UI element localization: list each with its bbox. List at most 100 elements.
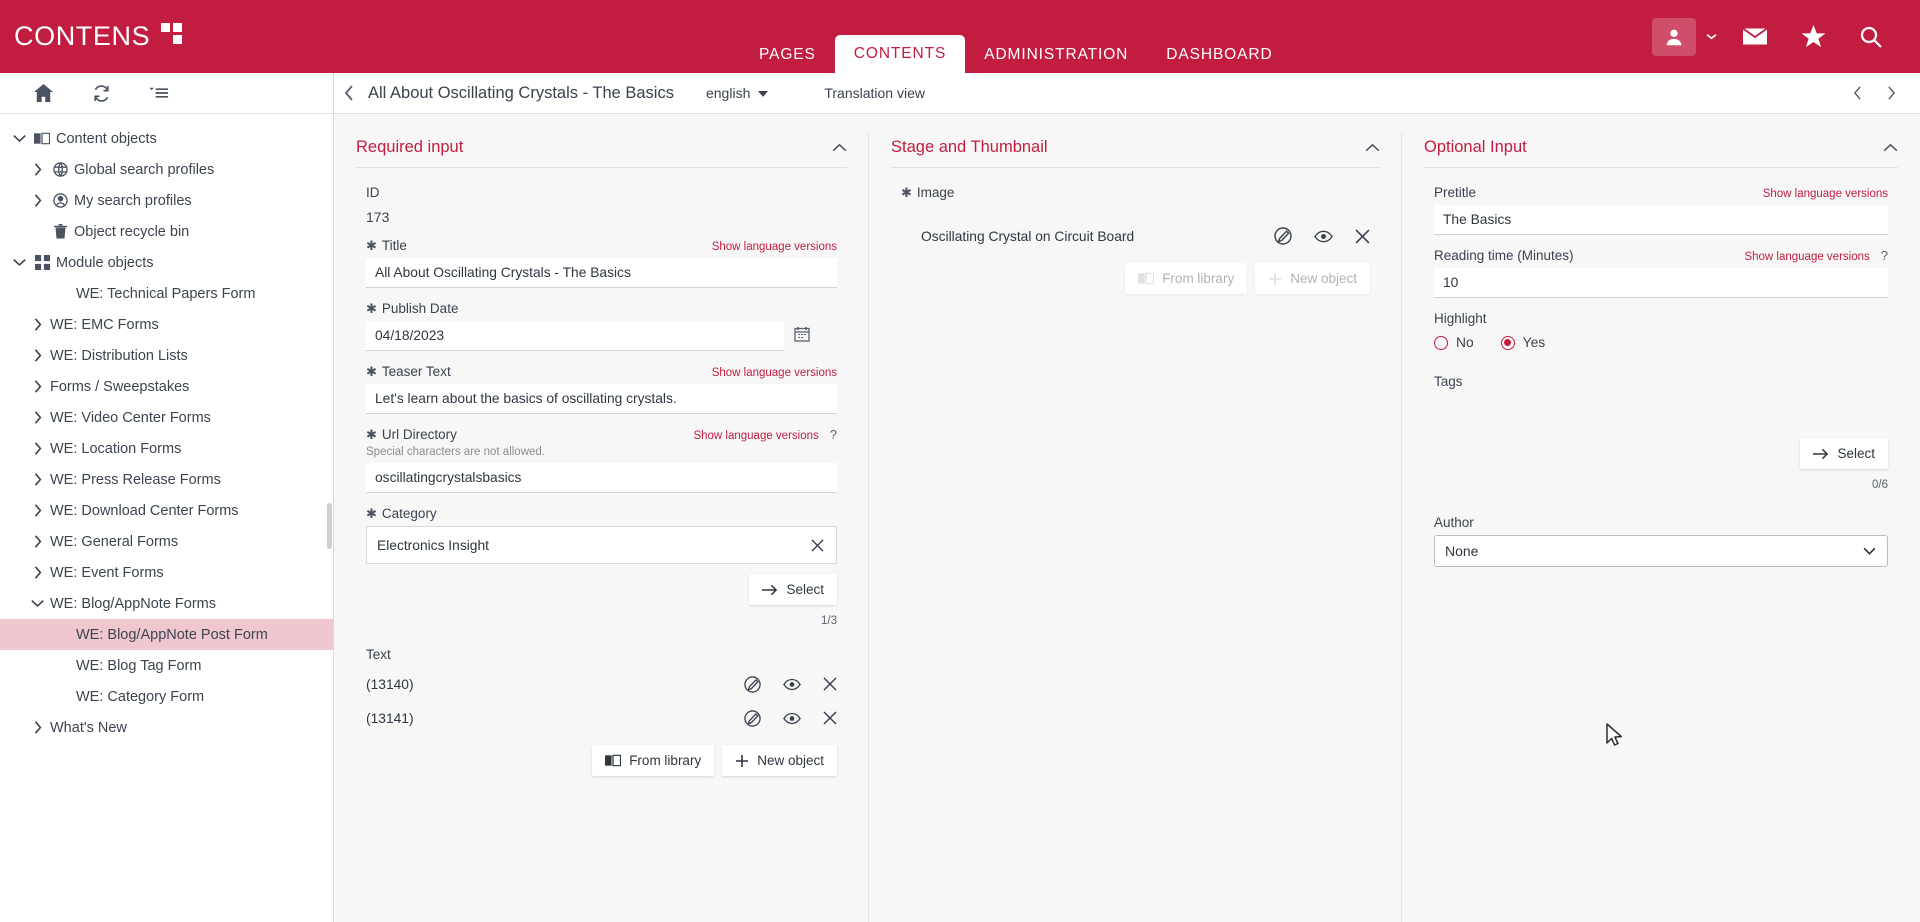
sidebar-tree-item[interactable]: WE: EMC Forms <box>0 309 333 340</box>
nav-tab-dashboard[interactable]: DASHBOARD <box>1147 36 1291 73</box>
remove-icon[interactable] <box>823 711 837 725</box>
refresh-icon[interactable] <box>72 73 130 113</box>
pretitle-input[interactable] <box>1434 205 1888 235</box>
text-from-library-button[interactable]: From library <box>592 745 714 776</box>
brand-logo[interactable]: CONTENS <box>14 21 182 52</box>
teaser-text-input[interactable] <box>366 384 837 414</box>
sidebar-tree-item[interactable]: Global search profiles <box>0 154 333 185</box>
help-icon[interactable]: ? <box>830 427 837 442</box>
calendar-icon[interactable] <box>794 326 810 347</box>
chevron-down-icon[interactable] <box>26 599 48 608</box>
chevron-down-icon[interactable] <box>8 258 30 267</box>
publish-date-input[interactable] <box>366 321 784 351</box>
show-language-versions-link[interactable]: Show language versions <box>1763 188 1888 200</box>
sidebar-tree-item[interactable]: Module objects <box>0 247 333 278</box>
title-input[interactable] <box>366 258 837 288</box>
language-selector[interactable]: english <box>706 85 768 101</box>
tags-select-button[interactable]: Select <box>1800 438 1888 469</box>
sidebar-tree-item[interactable]: WE: Blog/AppNote Forms <box>0 588 333 619</box>
chevron-up-icon[interactable] <box>1883 143 1898 152</box>
sidebar-tree-item[interactable]: WE: Category Form <box>0 681 333 712</box>
filter-list-icon[interactable] <box>130 73 188 113</box>
sidebar-tree-item[interactable]: WE: Press Release Forms <box>0 464 333 495</box>
optional-input-column: Optional Input Pretitle Show language ve… <box>1402 114 1920 922</box>
preview-eye-icon[interactable] <box>783 678 801 691</box>
sidebar-tree-item[interactable]: What's New <box>0 712 333 743</box>
chevron-down-icon[interactable] <box>8 134 30 143</box>
sidebar-tree-item[interactable]: WE: Technical Papers Form <box>0 278 333 309</box>
chevron-right-icon[interactable] <box>26 163 48 176</box>
star-icon[interactable] <box>1784 13 1842 61</box>
image-new-object-button[interactable]: New object <box>1255 263 1370 294</box>
show-language-versions-link[interactable]: Show language versions <box>1744 251 1869 263</box>
close-icon[interactable] <box>811 539 824 552</box>
preview-eye-icon[interactable] <box>1314 230 1333 243</box>
chevron-up-icon[interactable] <box>1365 143 1380 152</box>
text-object-row-2[interactable]: (13141) <box>356 701 847 735</box>
edit-icon[interactable] <box>1274 227 1292 245</box>
reading-time-input[interactable] <box>1434 268 1888 298</box>
chevron-right-icon[interactable] <box>26 535 48 548</box>
preview-eye-icon[interactable] <box>783 712 801 725</box>
sidebar-tree-item[interactable]: Object recycle bin <box>0 216 333 247</box>
sidebar-tree-item[interactable]: WE: Download Center Forms <box>0 495 333 526</box>
show-language-versions-link[interactable]: Show language versions <box>712 367 837 379</box>
search-icon[interactable] <box>1842 13 1900 61</box>
sidebar-tree-item[interactable]: WE: Distribution Lists <box>0 340 333 371</box>
image-object-row[interactable]: Oscillating Crystal on Circuit Board <box>891 205 1380 253</box>
chevron-right-icon[interactable] <box>26 504 48 517</box>
record-navigation <box>1840 73 1908 113</box>
remove-icon[interactable] <box>1355 229 1370 244</box>
edit-icon[interactable] <box>744 676 761 693</box>
category-value-box[interactable]: Electronics Insight <box>366 526 837 564</box>
nav-tab-contents[interactable]: CONTENTS <box>835 35 965 73</box>
edit-icon[interactable] <box>744 710 761 727</box>
arrow-right-icon <box>1813 448 1829 460</box>
chevron-right-icon[interactable] <box>26 473 48 486</box>
highlight-option-no[interactable]: No <box>1434 335 1474 350</box>
chevron-right-icon[interactable] <box>26 380 48 393</box>
help-icon[interactable]: ? <box>1881 248 1888 263</box>
image-from-library-button[interactable]: From library <box>1125 263 1247 294</box>
category-select-button[interactable]: Select <box>749 574 837 605</box>
chevron-right-icon[interactable] <box>26 721 48 734</box>
sidebar-tree-item[interactable]: My search profiles <box>0 185 333 216</box>
prev-record-chevron-left-icon[interactable] <box>1840 73 1874 113</box>
brand-label: CONTENS <box>14 21 150 52</box>
sidebar-tree-item[interactable]: Content objects <box>0 123 333 154</box>
chevron-right-icon[interactable] <box>26 194 48 207</box>
nav-tab-pages[interactable]: PAGES <box>740 36 835 73</box>
show-language-versions-link[interactable]: Show language versions <box>693 430 818 442</box>
mail-icon[interactable] <box>1726 13 1784 61</box>
sidebar-tree-item[interactable]: WE: Event Forms <box>0 557 333 588</box>
chevron-right-icon[interactable] <box>26 411 48 424</box>
url-directory-input[interactable] <box>366 463 837 493</box>
chevron-up-icon[interactable] <box>832 143 847 152</box>
highlight-option-yes[interactable]: Yes <box>1501 335 1546 350</box>
chevron-right-icon[interactable] <box>26 442 48 455</box>
text-object-row-1[interactable]: (13140) <box>356 667 847 701</box>
book-icon <box>605 754 621 767</box>
chevron-right-icon[interactable] <box>26 566 48 579</box>
text-new-object-button[interactable]: New object <box>722 745 837 776</box>
sidebar-tree-item-label: Content objects <box>54 131 157 147</box>
sidebar-tree-item[interactable]: WE: Video Center Forms <box>0 402 333 433</box>
sidebar-tree-item[interactable]: WE: Location Forms <box>0 433 333 464</box>
sidebar-tree-item[interactable]: Forms / Sweepstakes <box>0 371 333 402</box>
chevron-right-icon[interactable] <box>26 318 48 331</box>
sidebar-tree-item[interactable]: WE: Blog/AppNote Post Form <box>0 619 333 650</box>
next-record-chevron-right-icon[interactable] <box>1874 73 1908 113</box>
show-language-versions-link[interactable]: Show language versions <box>712 241 837 253</box>
user-menu-chevron-down-icon[interactable] <box>1696 18 1726 56</box>
translation-view-link[interactable]: Translation view <box>824 85 925 101</box>
nav-tab-administration[interactable]: ADMINISTRATION <box>965 36 1147 73</box>
sidebar-tree-item[interactable]: WE: General Forms <box>0 526 333 557</box>
home-icon[interactable] <box>14 73 72 113</box>
chevron-left-icon[interactable] <box>334 73 364 113</box>
chevron-right-icon[interactable] <box>26 349 48 362</box>
sidebar-tree-item[interactable]: WE: Blog Tag Form <box>0 650 333 681</box>
sidebar-scrollbar[interactable] <box>327 503 332 549</box>
author-select[interactable]: None <box>1434 535 1888 567</box>
user-avatar-icon[interactable] <box>1652 18 1696 56</box>
remove-icon[interactable] <box>823 677 837 691</box>
